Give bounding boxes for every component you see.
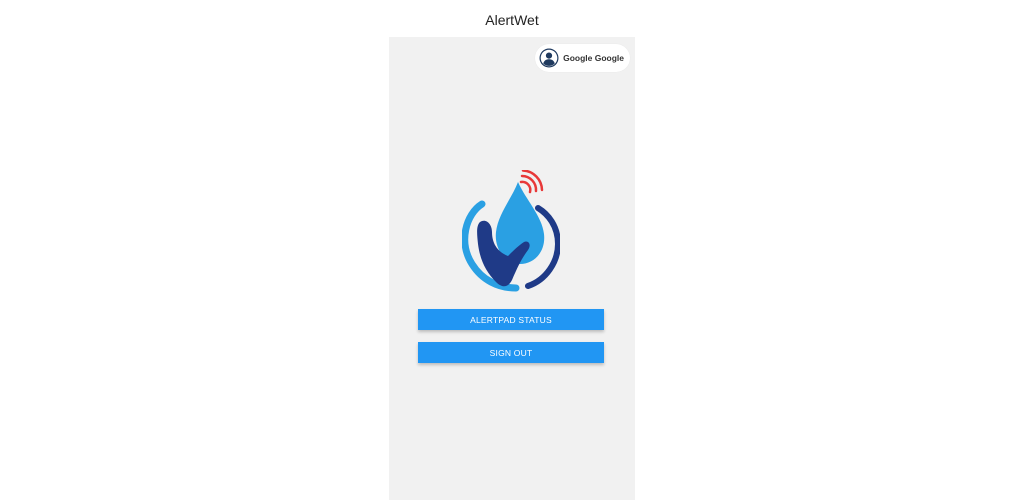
app-title: AlertWet <box>485 12 539 28</box>
app-screen: Google Google ALERTPAD STATUS SIGN OUT <box>389 37 635 500</box>
alertwet-logo <box>462 170 560 292</box>
account-circle-icon <box>539 48 559 68</box>
account-chip[interactable]: Google Google <box>535 44 630 72</box>
sign-out-button[interactable]: SIGN OUT <box>418 342 604 363</box>
account-name: Google Google <box>563 53 624 63</box>
alertpad-status-button[interactable]: ALERTPAD STATUS <box>418 309 604 330</box>
page: AlertWet Google Google ALERTPAD STATUS S… <box>0 0 1024 500</box>
